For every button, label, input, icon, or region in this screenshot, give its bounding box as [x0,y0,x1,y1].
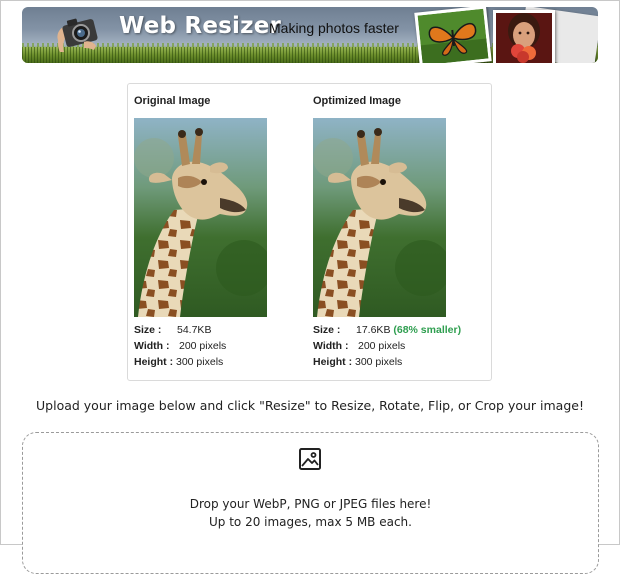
original-size-value: 54.7KB [177,324,212,336]
upload-instructions: Upload your image below and click "Resiz… [36,398,584,413]
height-label: Height : [134,356,174,368]
image-icon [299,448,321,470]
size-label: Size : [313,324,341,336]
site-tagline: Making photos faster [269,20,399,36]
drop-zone-prompt: Drop your WebP, PNG or JPEG files here! [189,497,432,511]
original-height-row: Height : 300 pixels [134,356,223,368]
height-label: Height : [313,356,353,368]
comparison-card: Original Image Size: 54.7KB Width: 200… [127,83,492,381]
optimized-width-value: 200 pixels [358,340,406,352]
portrait-photo [493,10,555,63]
optimized-height-row: Height : 300 pixels [313,356,402,368]
original-width-row: Width : 200 pixels [134,340,226,352]
site-banner[interactable]: Web Resizer Making photos faster [22,7,598,63]
file-drop-zone[interactable]: Drop your WebP, PNG or JPEG files here! … [22,432,599,574]
optimized-width-row: Width : 200 pixels [313,340,405,352]
size-label: Size : [134,324,162,336]
size-saving-badge: (68% smaller) [393,324,462,336]
original-giraffe-image [134,118,267,317]
optimized-giraffe-image [313,118,446,317]
optimized-height-value: 300 pixels [355,356,403,368]
butterfly-photo [414,7,492,63]
original-width-value: 200 pixels [179,340,227,352]
optimized-size-value: 17.6KB [356,324,391,336]
optimized-size-row: Size : 17.6KB (68% smaller) [313,324,461,336]
drop-zone-limits: Up to 20 images, max 5 MB each. [209,515,412,529]
original-title: Original Image [134,95,211,107]
width-label: Width : [313,340,349,352]
original-height-value: 300 pixels [176,356,224,368]
site-title: Web Resizer [119,13,282,39]
optimized-title: Optimized Image [313,95,402,107]
width-label: Width : [134,340,170,352]
camera-icon [57,18,98,52]
original-size-row: Size : 54.7KB [134,324,211,336]
